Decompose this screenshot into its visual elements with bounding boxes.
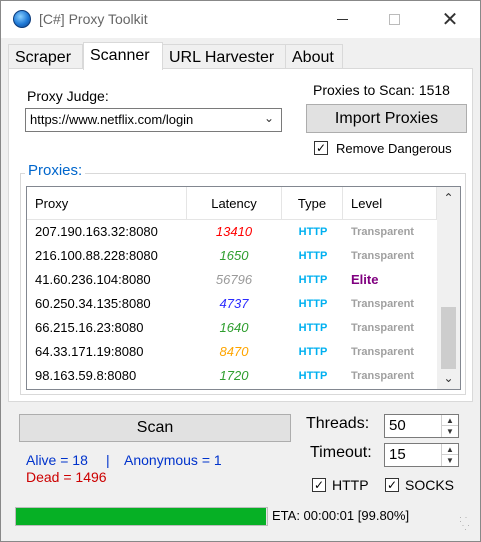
list-item[interactable]: 41.60.236.104:8080 56796 HTTP Elite	[27, 268, 437, 292]
proxy-latency: 8470	[219, 344, 249, 359]
proxy-latency: 1640	[219, 320, 249, 335]
proxy-level: Transparent	[351, 346, 414, 358]
proxy-level: Elite	[351, 272, 379, 287]
column-proxy[interactable]: Proxy	[27, 187, 187, 220]
window-title: [C#] Proxy Toolkit	[39, 11, 148, 27]
proxy-judge-value: https://www.netflix.com/login	[30, 112, 194, 127]
chevron-down-icon: ⌄	[263, 111, 274, 125]
progress-fill	[16, 508, 266, 525]
proxy-level: Transparent	[351, 370, 414, 382]
scan-progress-bar	[15, 507, 268, 526]
scroll-up-icon[interactable]: ⌃	[437, 191, 460, 211]
timeout-value: 15	[389, 446, 406, 463]
scan-button[interactable]: Scan	[19, 414, 291, 442]
proxy-address: 98.163.59.8:8080	[35, 368, 137, 383]
proxy-judge-select[interactable]: https://www.netflix.com/login ⌄	[25, 108, 282, 132]
tab-about[interactable]: About	[285, 44, 343, 69]
proxies-group-title: Proxies:	[25, 162, 86, 179]
proxy-address: 216.100.88.228:8080	[35, 248, 158, 263]
proxy-address: 64.33.171.19:8080	[35, 344, 144, 359]
proxy-type: HTTP	[298, 322, 328, 334]
proxy-type: HTTP	[298, 346, 328, 358]
threads-label: Threads:	[306, 415, 370, 432]
socks-label: SOCKS	[405, 477, 455, 493]
timeout-up-icon[interactable]: ▲	[442, 444, 458, 455]
column-type[interactable]: Type	[282, 187, 343, 220]
proxy-type: HTTP	[298, 250, 328, 262]
dead-count: Dead = 1496	[26, 469, 107, 485]
maximize-button[interactable]	[371, 1, 417, 38]
column-latency[interactable]: Latency	[187, 187, 282, 220]
threads-spinner[interactable]: 50 ▲ ▼	[384, 414, 459, 438]
proxy-type: HTTP	[298, 274, 328, 286]
proxy-list[interactable]: Proxy Latency Type Level 207.190.163.32:…	[26, 186, 461, 390]
threads-up-icon[interactable]: ▲	[442, 415, 458, 426]
proxy-address: 207.190.163.32:8080	[35, 224, 158, 239]
list-header: Proxy Latency Type Level	[27, 187, 437, 220]
proxy-latency: 13410	[215, 224, 253, 239]
proxy-judge-label: Proxy Judge:	[27, 88, 109, 104]
list-item[interactable]: 207.190.163.32:8080 13410 HTTP Transparent	[27, 220, 437, 244]
list-item[interactable]: 64.33.171.19:8080 8470 HTTP Transparent	[27, 340, 437, 364]
proxy-latency: 4737	[219, 296, 249, 311]
tab-scraper[interactable]: Scraper	[8, 44, 83, 69]
timeout-label: Timeout:	[310, 444, 372, 461]
scroll-thumb[interactable]	[441, 307, 456, 369]
alive-count: Alive = 18	[26, 452, 88, 468]
proxy-address: 66.215.16.23:8080	[35, 320, 144, 335]
tab-scanner[interactable]: Scanner	[83, 42, 163, 70]
threads-value: 50	[389, 417, 406, 434]
proxy-level: Transparent	[351, 250, 414, 262]
eta-text: ETA: 00:00:01 [99.80%]	[272, 508, 410, 523]
proxy-type: HTTP	[298, 226, 328, 238]
title-bar: [C#] Proxy Toolkit ✕	[1, 1, 480, 38]
timeout-spinner[interactable]: 15 ▲ ▼	[384, 443, 459, 467]
minimize-icon	[336, 19, 348, 20]
close-icon: ✕	[441, 8, 459, 31]
tab-url-harvester[interactable]: URL Harvester	[162, 44, 286, 69]
proxy-level: Transparent	[351, 298, 414, 310]
proxy-latency: 1720	[219, 368, 249, 383]
remove-dangerous-checkbox[interactable]: ✓	[314, 141, 328, 155]
socks-checkbox[interactable]: ✓	[385, 478, 399, 492]
proxy-latency: 56796	[215, 272, 253, 287]
minimize-button[interactable]	[319, 1, 365, 38]
close-button[interactable]: ✕	[427, 1, 473, 38]
proxy-address: 60.250.34.135:8080	[35, 296, 151, 311]
timeout-down-icon[interactable]: ▼	[442, 455, 458, 466]
maximize-icon	[388, 14, 400, 25]
app-window: [C#] Proxy Toolkit ✕ Scraper Scanner URL…	[0, 0, 481, 542]
proxy-type: HTTP	[298, 298, 328, 310]
proxy-address: 41.60.236.104:8080	[35, 272, 151, 287]
list-item[interactable]: 216.100.88.228:8080 1650 HTTP Transparent	[27, 244, 437, 268]
proxy-level: Transparent	[351, 322, 414, 334]
threads-down-icon[interactable]: ▼	[442, 426, 458, 437]
stats-separator: |	[106, 452, 110, 468]
http-label: HTTP	[332, 477, 369, 493]
import-proxies-button[interactable]: Import Proxies	[306, 104, 467, 133]
proxy-latency: 1650	[219, 248, 249, 263]
proxy-type: HTTP	[298, 370, 328, 382]
proxy-level: Transparent	[351, 226, 414, 238]
scroll-down-icon[interactable]: ⌄	[437, 371, 460, 389]
list-item[interactable]: 98.163.59.8:8080 1720 HTTP Transparent	[27, 364, 437, 388]
resize-grip-icon[interactable]: · · · · · ·	[459, 513, 471, 534]
anonymous-count: Anonymous = 1	[124, 452, 222, 468]
column-level[interactable]: Level	[343, 187, 437, 220]
list-item[interactable]: 66.215.16.23:8080 1640 HTTP Transparent	[27, 316, 437, 340]
list-item[interactable]: 60.250.34.135:8080 4737 HTTP Transparent	[27, 292, 437, 316]
http-checkbox[interactable]: ✓	[312, 478, 326, 492]
proxies-to-scan: Proxies to Scan: 1518	[313, 82, 450, 98]
globe-icon	[13, 10, 31, 28]
remove-dangerous-label: Remove Dangerous	[336, 141, 452, 156]
list-scrollbar[interactable]: ⌃ ⌄	[437, 187, 460, 389]
